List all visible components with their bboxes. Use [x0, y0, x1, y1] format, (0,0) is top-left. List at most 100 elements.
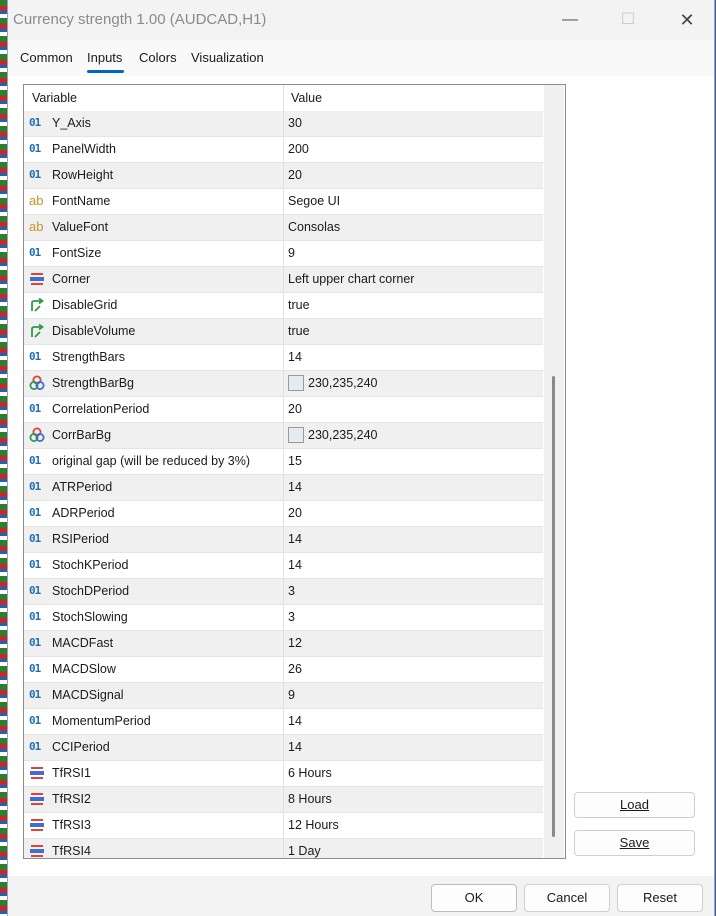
- integer-icon: 01: [29, 584, 41, 597]
- cell-divider: [283, 215, 284, 240]
- column-header-variable[interactable]: Variable: [32, 91, 77, 105]
- row-value[interactable]: 9: [288, 688, 295, 702]
- load-button[interactable]: Load: [574, 792, 695, 818]
- maximize-button[interactable]: ☐: [608, 8, 648, 32]
- table-row[interactable]: TfRSI2 8 Hours: [24, 787, 543, 813]
- row-variable-name: TfRSI3: [52, 818, 91, 832]
- minimize-button[interactable]: —: [550, 8, 590, 32]
- tab-inputs[interactable]: Inputs: [87, 50, 122, 65]
- table-row[interactable]: 01 ADRPeriod 20: [24, 501, 543, 527]
- table-row[interactable]: StrengthBarBg 230,235,240: [24, 371, 543, 397]
- table-row[interactable]: 01 MACDSlow 26: [24, 657, 543, 683]
- grid-header: Variable Value: [24, 85, 543, 112]
- cell-divider: [283, 449, 284, 474]
- table-row[interactable]: TfRSI1 6 Hours: [24, 761, 543, 787]
- row-variable-name: CorrelationPeriod: [52, 402, 150, 416]
- column-header-value[interactable]: Value: [291, 91, 322, 105]
- integer-icon: 01: [29, 610, 41, 623]
- table-row[interactable]: DisableGrid true: [24, 293, 543, 319]
- row-value[interactable]: 14: [288, 532, 302, 546]
- tab-visualization[interactable]: Visualization: [191, 50, 264, 65]
- row-value[interactable]: 20: [288, 168, 302, 182]
- table-row[interactable]: TfRSI3 12 Hours: [24, 813, 543, 839]
- table-row[interactable]: ab FontName Segoe UI: [24, 189, 543, 215]
- row-variable-name: original gap (will be reduced by 3%): [52, 454, 251, 468]
- row-value[interactable]: 26: [288, 662, 302, 676]
- table-row[interactable]: CorrBarBg 230,235,240: [24, 423, 543, 449]
- table-row[interactable]: 01 CCIPeriod 14: [24, 735, 543, 761]
- table-row[interactable]: 01 MACDSignal 9: [24, 683, 543, 709]
- table-row[interactable]: ab ValueFont Consolas: [24, 215, 543, 241]
- cancel-button[interactable]: Cancel: [524, 884, 610, 912]
- row-value[interactable]: true: [288, 298, 310, 312]
- table-row[interactable]: 01 StrengthBars 14: [24, 345, 543, 371]
- table-row[interactable]: 01 RowHeight 20: [24, 163, 543, 189]
- row-value[interactable]: 230,235,240: [308, 376, 378, 390]
- row-value[interactable]: 12: [288, 636, 302, 650]
- row-variable-name: StochSlowing: [52, 610, 128, 624]
- save-button[interactable]: Save: [574, 830, 695, 856]
- row-value[interactable]: true: [288, 324, 310, 338]
- cell-divider: [283, 631, 284, 656]
- ok-button[interactable]: OK: [431, 884, 517, 912]
- row-value[interactable]: 6 Hours: [288, 766, 332, 780]
- table-row[interactable]: 01 PanelWidth 200: [24, 137, 543, 163]
- table-row[interactable]: 01 StochDPeriod 3: [24, 579, 543, 605]
- row-variable-name: RSIPeriod: [52, 532, 109, 546]
- table-row[interactable]: 01 MACDFast 12: [24, 631, 543, 657]
- row-value[interactable]: 200: [288, 142, 309, 156]
- cell-divider: [283, 683, 284, 708]
- color-swatch[interactable]: [288, 375, 304, 391]
- row-value[interactable]: 30: [288, 116, 302, 130]
- color-swatch[interactable]: [288, 427, 304, 443]
- table-row[interactable]: 01 Y_Axis 30: [24, 111, 543, 137]
- table-row[interactable]: DisableVolume true: [24, 319, 543, 345]
- row-value[interactable]: 20: [288, 506, 302, 520]
- row-value[interactable]: 3: [288, 584, 295, 598]
- tab-colors[interactable]: Colors: [139, 50, 177, 65]
- row-value[interactable]: 14: [288, 714, 302, 728]
- cell-divider: [283, 137, 284, 162]
- table-row[interactable]: 01 StochSlowing 3: [24, 605, 543, 631]
- row-value[interactable]: 1 Day: [288, 844, 321, 858]
- row-value[interactable]: 14: [288, 558, 302, 572]
- row-value[interactable]: 12 Hours: [288, 818, 339, 832]
- row-value[interactable]: 9: [288, 246, 295, 260]
- row-value[interactable]: Left upper chart corner: [288, 272, 414, 286]
- table-row[interactable]: 01 CorrelationPeriod 20: [24, 397, 543, 423]
- row-value[interactable]: 14: [288, 480, 302, 494]
- color-icon: [29, 375, 45, 391]
- row-value[interactable]: Consolas: [288, 220, 340, 234]
- table-row[interactable]: Corner Left upper chart corner: [24, 267, 543, 293]
- table-row[interactable]: 01 FontSize 9: [24, 241, 543, 267]
- cell-divider: [283, 345, 284, 370]
- scrollbar-thumb[interactable]: [552, 376, 555, 837]
- close-button[interactable]: ✕: [667, 8, 707, 32]
- row-value[interactable]: 8 Hours: [288, 792, 332, 806]
- table-row[interactable]: 01 original gap (will be reduced by 3%) 15: [24, 449, 543, 475]
- column-divider[interactable]: [283, 85, 284, 111]
- table-row[interactable]: TfRSI4 1 Day: [24, 839, 543, 858]
- row-value[interactable]: 230,235,240: [308, 428, 378, 442]
- dialog-footer: OK Cancel Reset: [8, 876, 714, 916]
- tab-common[interactable]: Common: [20, 50, 73, 65]
- table-row[interactable]: 01 StochKPeriod 14: [24, 553, 543, 579]
- row-variable-name: StrengthBars: [52, 350, 125, 364]
- row-value[interactable]: 15: [288, 454, 302, 468]
- row-value[interactable]: 14: [288, 740, 302, 754]
- cell-divider: [283, 579, 284, 604]
- title-bar[interactable]: Currency strength 1.00 (AUDCAD,H1) — ☐ ✕: [8, 0, 714, 40]
- row-variable-name: ValueFont: [52, 220, 109, 234]
- table-row[interactable]: 01 ATRPeriod 14: [24, 475, 543, 501]
- cell-divider: [283, 189, 284, 214]
- table-row[interactable]: 01 RSIPeriod 14: [24, 527, 543, 553]
- row-value[interactable]: 20: [288, 402, 302, 416]
- cell-divider: [283, 839, 284, 858]
- reset-button[interactable]: Reset: [617, 884, 703, 912]
- cell-divider: [283, 267, 284, 292]
- integer-icon: 01: [29, 558, 41, 571]
- row-value[interactable]: Segoe UI: [288, 194, 340, 208]
- row-value[interactable]: 3: [288, 610, 295, 624]
- row-value[interactable]: 14: [288, 350, 302, 364]
- table-row[interactable]: 01 MomentumPeriod 14: [24, 709, 543, 735]
